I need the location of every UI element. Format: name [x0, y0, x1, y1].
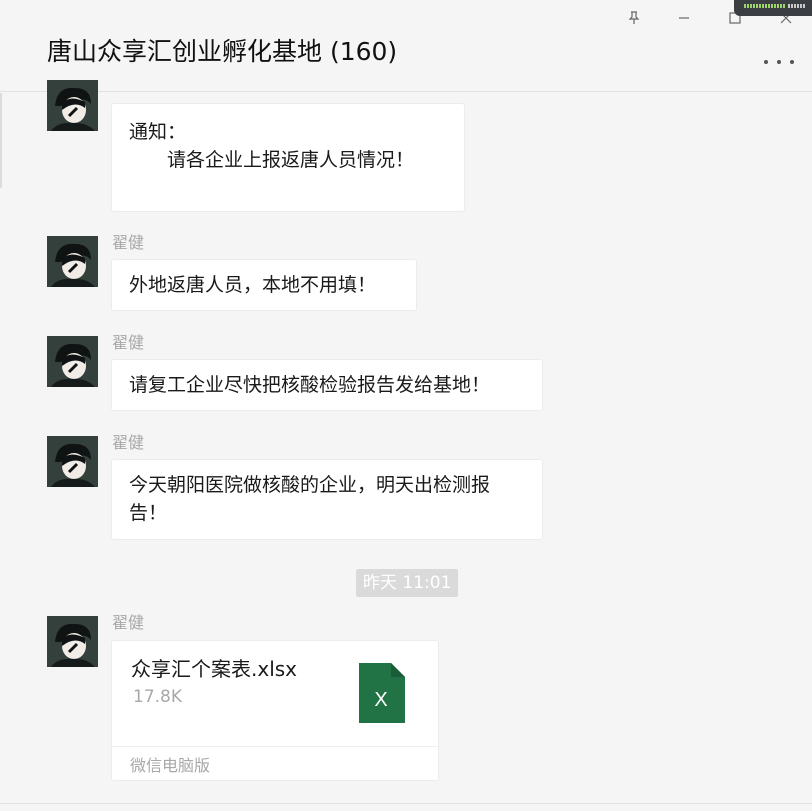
message-line: 外地返唐人员，本地不用填！ [129, 274, 377, 296]
pin-icon[interactable] [624, 8, 644, 28]
message-bubble[interactable]: 通知： 请各企业上报返唐人员情况！ [111, 103, 465, 212]
svg-text:X: X [374, 689, 387, 711]
message-bubble[interactable]: 今天朝阳医院做核酸的企业，明天出检测报 告！ [111, 459, 543, 540]
message-line: 通知： [129, 121, 187, 143]
sender-name: 翟健 [112, 233, 145, 252]
avatar[interactable] [47, 616, 98, 667]
sender-name: 翟健 [112, 613, 145, 632]
sender-name: 翟健 [112, 333, 145, 352]
avatar[interactable] [47, 336, 98, 387]
divider [112, 746, 438, 747]
minimize-icon[interactable] [674, 8, 694, 28]
more-dots-icon[interactable] [764, 52, 794, 72]
file-source-label: 微信电脑版 [130, 756, 211, 775]
message-line: 请各企业上报返唐人员情况！ [129, 149, 415, 171]
message-line: 今天朝阳医院做核酸的企业，明天出检测报 [129, 474, 491, 496]
message-bubble[interactable]: 请复工企业尽快把核酸检验报告发给基地！ [111, 359, 543, 411]
chat-title: 唐山众享汇创业孵化基地 (160) [47, 37, 398, 66]
file-name: 众享汇个案表.xlsx [131, 657, 298, 681]
avatar[interactable] [47, 80, 98, 131]
avatar[interactable] [47, 436, 98, 487]
file-size: 17.8K [133, 687, 182, 707]
chat-header: 唐山众享汇创业孵化基地 (160) [0, 0, 812, 92]
system-monitor-widget [734, 0, 812, 16]
message-line: 请复工企业尽快把核酸检验报告发给基地！ [129, 374, 491, 396]
message-line: 告！ [129, 502, 168, 524]
excel-file-icon: X [359, 663, 405, 723]
timestamp-divider: 昨天 11:01 [356, 569, 459, 597]
avatar[interactable] [47, 236, 98, 287]
divider [0, 803, 812, 804]
file-attachment-card[interactable]: 众享汇个案表.xlsx 17.8K X 微信电脑版 [111, 640, 439, 781]
scrollbar[interactable] [0, 93, 2, 188]
message-bubble[interactable]: 外地返唐人员，本地不用填！ [111, 259, 417, 311]
chat-window: 唐山众享汇创业孵化基地 (160) 通知： 请各企业上报返唐人员情况！ 翟健 外… [0, 0, 812, 811]
sender-name: 翟健 [112, 433, 145, 452]
